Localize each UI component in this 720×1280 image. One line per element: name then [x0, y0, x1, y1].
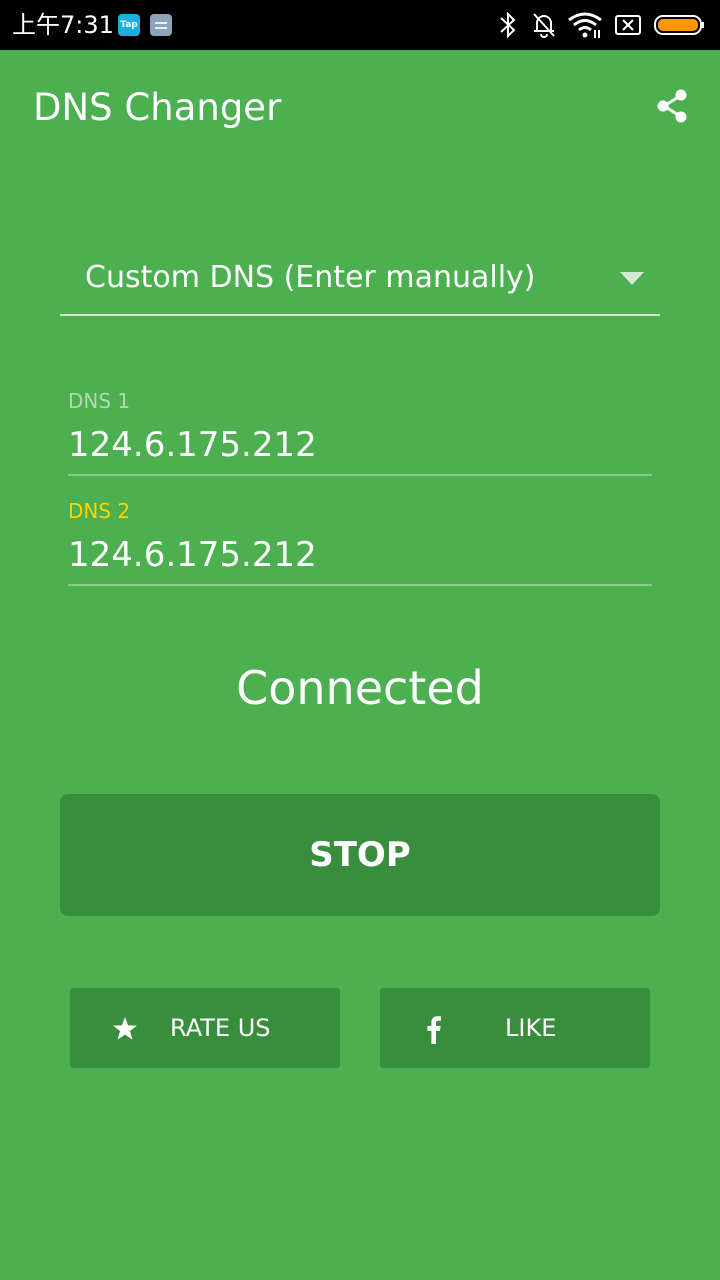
rate-us-label: RATE US: [170, 1014, 271, 1042]
status-bar: 上午7:31 Tap: [0, 0, 720, 50]
dns1-underline: [68, 474, 652, 476]
app-title: DNS Changer: [33, 86, 282, 129]
stop-button[interactable]: STOP: [60, 794, 660, 916]
status-time: 上午7:31: [12, 11, 114, 39]
dns2-field[interactable]: DNS 2: [68, 498, 652, 588]
notifications-off-icon: [533, 13, 555, 38]
like-button[interactable]: LIKE: [380, 988, 650, 1068]
battery-icon: [654, 15, 704, 35]
dns-provider-dropdown[interactable]: Custom DNS (Enter manually): [60, 248, 660, 316]
connection-status: Connected: [236, 661, 484, 715]
rate-us-button[interactable]: RATE US: [70, 988, 340, 1068]
dns1-field[interactable]: DNS 1: [68, 388, 652, 478]
facebook-icon: [427, 1016, 441, 1044]
tap-app-icon: Tap: [118, 14, 140, 36]
star-icon: [113, 1017, 137, 1040]
message-icon: [150, 14, 172, 36]
dns-provider-selected: Custom DNS (Enter manually): [85, 260, 536, 295]
dns2-underline: [68, 584, 652, 586]
sim-x-icon: [615, 15, 641, 35]
dns1-input[interactable]: [68, 424, 652, 466]
share-icon: [657, 89, 687, 123]
dropdown-arrow-icon: [620, 272, 644, 285]
like-label: LIKE: [505, 1014, 557, 1042]
share-button[interactable]: [650, 84, 694, 128]
dns2-label: DNS 2: [68, 499, 131, 523]
wifi-icon: [568, 12, 602, 38]
bluetooth-icon: [500, 11, 516, 39]
dns2-input[interactable]: [68, 534, 652, 576]
dns1-label: DNS 1: [68, 389, 131, 413]
